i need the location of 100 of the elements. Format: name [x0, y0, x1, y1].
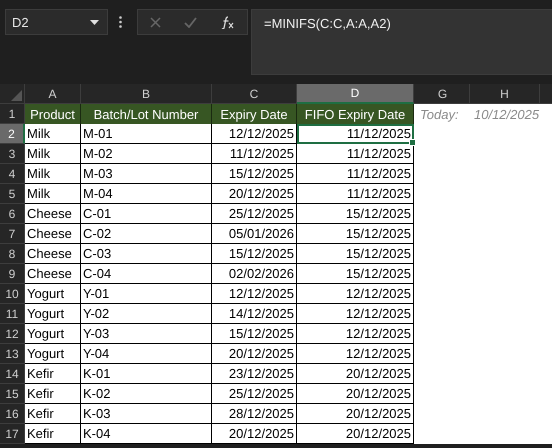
table-cell: K-02	[81, 384, 212, 404]
table-cell: Kefir	[25, 364, 81, 384]
row-header[interactable]: 17	[0, 424, 25, 444]
table-cell: 11/12/2025	[297, 164, 414, 184]
table-cell: 12/12/2025	[297, 304, 414, 324]
table-cell: 12/12/2025	[297, 344, 414, 364]
row-header[interactable]: 10	[0, 284, 25, 304]
table-cell: 11/12/2025	[212, 144, 297, 164]
table-cell: M-02	[81, 144, 212, 164]
check-icon[interactable]	[184, 16, 198, 28]
table-cell: K-04	[81, 424, 212, 444]
table-cell: 25/12/2025	[212, 384, 297, 404]
table-cell: M-03	[81, 164, 212, 184]
column-header[interactable]: B	[81, 84, 212, 104]
table-cell: 12/12/2025	[297, 284, 414, 304]
table-cell: C-03	[81, 244, 212, 264]
table-cell: 20/12/2025	[212, 184, 297, 204]
table-cell: 25/12/2025	[212, 204, 297, 224]
table-cell: Milk	[25, 184, 81, 204]
table-cell: 11/12/2025	[297, 184, 414, 204]
table-cell: Milk	[25, 124, 81, 144]
table-cell: M-04	[81, 184, 212, 204]
row-header[interactable]: 14	[0, 364, 25, 384]
row-header[interactable]: 12	[0, 324, 25, 344]
row-header[interactable]: 1	[0, 104, 25, 124]
table-cell: Kefir	[25, 384, 81, 404]
row-header[interactable]: 5	[0, 184, 25, 204]
table-cell: K-01	[81, 364, 212, 384]
table-cell: Y-02	[81, 304, 212, 324]
column-header[interactable]: G	[416, 84, 470, 104]
row-header[interactable]: 6	[0, 204, 25, 224]
row-header[interactable]: 15	[0, 384, 25, 404]
name-box[interactable]: D2	[5, 9, 108, 35]
table-cell: 15/12/2025	[297, 244, 414, 264]
row-header[interactable]: 13	[0, 344, 25, 364]
header-cell: FIFO Expiry Date	[297, 104, 414, 124]
table-cell: 12/12/2025	[212, 284, 297, 304]
table-cell: Cheese	[25, 204, 81, 224]
table-cell: Y-01	[81, 284, 212, 304]
row-header[interactable]: 11	[0, 304, 25, 324]
table-cell: Yogurt	[25, 284, 81, 304]
table-cell: Yogurt	[25, 304, 81, 324]
table-cell: Milk	[25, 144, 81, 164]
table-cell: 11/12/2025	[297, 144, 414, 164]
row-header[interactable]: 8	[0, 244, 25, 264]
column-header[interactable]: A	[25, 84, 81, 104]
row-header[interactable]: 4	[0, 164, 25, 184]
table-cell: 20/12/2025	[212, 344, 297, 364]
table-cell: 05/01/2026	[212, 224, 297, 244]
cancel-icon[interactable]	[150, 16, 161, 28]
table-cell: K-03	[81, 404, 212, 424]
table-cell: Yogurt	[25, 344, 81, 364]
row-header[interactable]: 3	[0, 144, 25, 164]
table-cell: 23/12/2025	[212, 364, 297, 384]
table-cell: 20/12/2025	[297, 384, 414, 404]
table-cell: 12/12/2025	[212, 124, 297, 144]
table-cell: 15/12/2025	[297, 224, 414, 244]
column-header[interactable]: D	[297, 84, 414, 104]
table-cell: Kefir	[25, 404, 81, 424]
dropdown-caret-icon	[90, 20, 99, 24]
insert-function-icon[interactable]	[221, 16, 236, 28]
header-cell: Product	[25, 104, 81, 124]
table-cell: Cheese	[25, 224, 81, 244]
table-cell: 11/12/2025	[297, 124, 414, 144]
row-header[interactable]: 16	[0, 404, 25, 424]
table-cell: C-04	[81, 264, 212, 284]
table-cell: 28/12/2025	[212, 404, 297, 424]
table-cell: C-02	[81, 224, 212, 244]
formula-bar[interactable]: =MINIFS(C:C,A:A,A2)	[251, 9, 552, 75]
table-cell: M-01	[81, 124, 212, 144]
table-cell: 15/12/2025	[297, 264, 414, 284]
more-options-icon[interactable]	[119, 16, 122, 28]
column-header[interactable]: H	[470, 84, 540, 104]
table-cell: 12/12/2025	[297, 324, 414, 344]
table-cell: C-01	[81, 204, 212, 224]
table-cell: 15/12/2025	[212, 324, 297, 344]
table-cell: 20/12/2025	[297, 404, 414, 424]
table-cell: Y-04	[81, 344, 212, 364]
table-cell: 20/12/2025	[212, 424, 297, 444]
table-cell: Yogurt	[25, 324, 81, 344]
table-cell: Y-03	[81, 324, 212, 344]
table-cell: 14/12/2025	[212, 304, 297, 324]
table-cell: 20/12/2025	[297, 424, 414, 444]
fill-handle[interactable]	[409, 139, 416, 146]
table-cell: 15/12/2025	[297, 204, 414, 224]
table-cell: Cheese	[25, 264, 81, 284]
table-cell: 02/02/2026	[212, 264, 297, 284]
table-cell: Milk	[25, 164, 81, 184]
header-cell: Expiry Date	[212, 104, 297, 124]
corner-triangle-icon	[11, 90, 22, 101]
table-cell: 15/12/2025	[212, 244, 297, 264]
row-header[interactable]: 9	[0, 264, 25, 284]
table-cell: Cheese	[25, 244, 81, 264]
table-cell: Kefir	[25, 424, 81, 444]
table-cell: 20/12/2025	[297, 364, 414, 384]
row-header[interactable]: 7	[0, 224, 25, 244]
row-header[interactable]: 2	[0, 124, 25, 144]
table-cell: 15/12/2025	[212, 164, 297, 184]
column-header[interactable]: C	[212, 84, 297, 104]
header-cell: Batch/Lot Number	[81, 104, 212, 124]
